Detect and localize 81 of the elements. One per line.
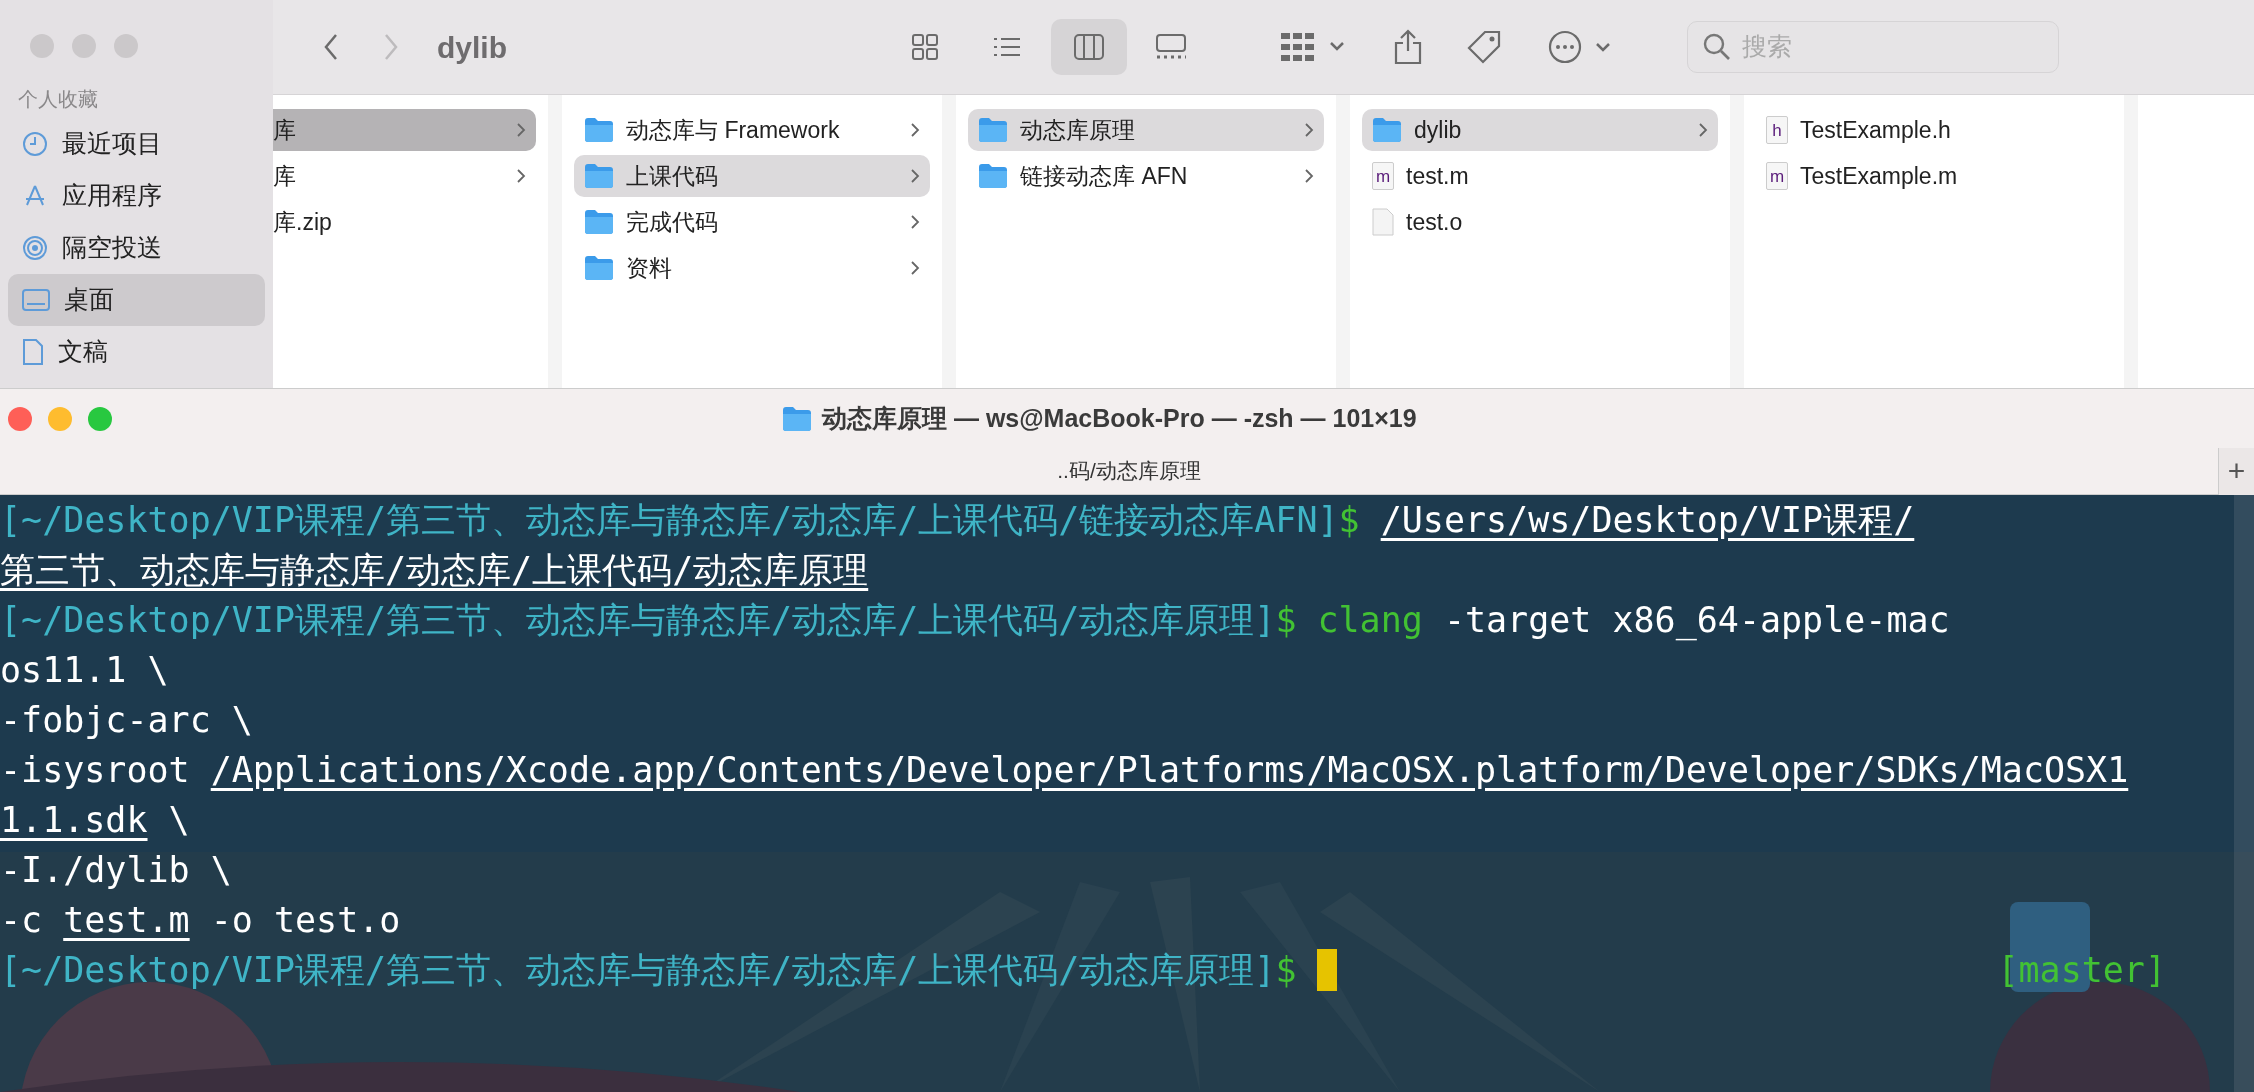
terminal-text: -o test.o	[209, 899, 401, 942]
file-item[interactable]: 上课代码	[574, 155, 930, 197]
folder-icon	[978, 163, 1008, 189]
clock-icon	[22, 131, 48, 157]
close-button[interactable]	[8, 406, 32, 431]
sidebar-item[interactable]: 应用程序	[8, 170, 265, 222]
terminal-text: -isysroot	[0, 749, 191, 792]
command-text: clang	[1317, 599, 1423, 642]
terminal-text: os11.1 \	[0, 649, 169, 692]
path-text: /Users/ws/Desktop/VIP课程/	[1380, 499, 1915, 542]
chevron-right-icon	[1304, 168, 1314, 184]
file-item[interactable]: 动态库与 Framework	[574, 109, 930, 151]
path-text: /Applications/Xcode.app/Contents/Developer/Platforms/MacOSX.platform/Developer/SDKs/MacOSX1	[210, 749, 2129, 792]
chevron-right-icon	[910, 168, 920, 184]
path-text: 1.1.sdk	[0, 799, 148, 842]
folder-icon	[978, 117, 1008, 143]
search-icon	[1702, 32, 1732, 62]
file-item[interactable]: dylib	[1362, 109, 1718, 151]
grid-icon	[910, 32, 940, 62]
file-item[interactable]: 库	[273, 155, 536, 197]
chevron-right-icon	[910, 122, 920, 138]
new-tab-button[interactable]: +	[2218, 447, 2254, 495]
file-item[interactable]: test.o	[1362, 201, 1718, 243]
folder-icon	[782, 405, 812, 432]
source-file-icon: h	[1766, 116, 1788, 144]
view-mode-button[interactable]	[1051, 19, 1127, 75]
terminal-text: -I./dylib \	[0, 849, 232, 892]
folder-icon	[584, 255, 614, 281]
file-item[interactable]: m test.m	[1362, 155, 1718, 197]
sidebar-item[interactable]: 桌面	[8, 274, 265, 326]
columns-icon	[1073, 33, 1105, 61]
sidebar-item[interactable]: 文稿	[8, 326, 265, 378]
folder-icon	[1372, 117, 1402, 143]
sidebar-item[interactable]: 最近项目	[8, 118, 265, 170]
file-item[interactable]: m TestExample.m	[1756, 155, 2112, 197]
search-bar[interactable]: 搜索	[1687, 21, 2059, 73]
chevron-right-icon	[910, 260, 920, 276]
path-text: 第三节、动态库与静态库/动态库/上课代码/动态库原理	[0, 549, 869, 592]
git-branch-text: [master]	[1997, 949, 2166, 992]
file-item[interactable]: 链接动态库 AFN	[968, 155, 1324, 197]
desktop-icon	[22, 289, 50, 311]
terminal-text: -target x86_64-apple-mac	[1442, 599, 1950, 643]
chevron-right-icon	[1304, 122, 1314, 138]
terminal-text: -c	[0, 899, 44, 942]
prompt-symbol: $	[1338, 499, 1360, 542]
terminal-text: \	[167, 799, 190, 842]
chevron-right-icon	[1698, 122, 1708, 138]
source-file-icon: m	[1372, 162, 1394, 190]
file-item[interactable]: h TestExample.h	[1756, 109, 2112, 151]
folder-icon	[584, 163, 614, 189]
text-cursor	[1317, 949, 1338, 991]
prompt-symbol: $	[1275, 599, 1297, 642]
prompt-text: [~/Desktop/VIP课程/第三节、动态库与静态库/动态库/上课代码/链接动态库AFN]	[0, 499, 1339, 542]
folder-icon	[584, 209, 614, 235]
path-text: test.m	[63, 899, 190, 942]
search-input[interactable]: 搜索	[1742, 28, 2022, 66]
prompt-text: [~/Desktop/VIP课程/第三节、动态库与静态库/动态库/上课代码/动态库原理]	[0, 949, 1276, 992]
chevron-right-icon	[516, 122, 526, 138]
airdrop-icon	[22, 235, 48, 261]
gallery-icon	[1154, 33, 1188, 61]
terminal-text: -fobjc-arc \	[0, 699, 253, 742]
file-item[interactable]: 库.zip	[273, 201, 536, 243]
prompt-symbol: $	[1275, 949, 1297, 992]
file-item[interactable]: 动态库原理	[968, 109, 1324, 151]
prompt-text: [~/Desktop/VIP课程/第三节、动态库与静态库/动态库/上课代码/动态库原理]	[0, 599, 1276, 642]
file-item[interactable]: 资料	[574, 247, 930, 289]
share-icon[interactable]	[1393, 29, 1423, 65]
chevron-right-icon	[910, 214, 920, 230]
window-title: 动态库原理 — ws@MacBook-Pro — -zsh — 101×19	[822, 402, 1417, 434]
sidebar-item[interactable]: 隔空投送	[8, 222, 265, 274]
file-item[interactable]: 库	[273, 109, 536, 151]
document-icon	[22, 339, 44, 365]
chevron-right-icon	[516, 168, 526, 184]
sidebar-heading: 个人收藏	[17, 87, 99, 112]
tag-icon[interactable]	[1467, 29, 1503, 65]
file-icon	[1372, 208, 1394, 236]
file-item[interactable]: 完成代码	[574, 201, 930, 243]
folder-icon	[584, 117, 614, 143]
window-title: dylib	[437, 29, 507, 66]
terminal-tab[interactable]: ..码/动态库原理	[0, 455, 2218, 487]
source-file-icon: m	[1766, 162, 1788, 190]
